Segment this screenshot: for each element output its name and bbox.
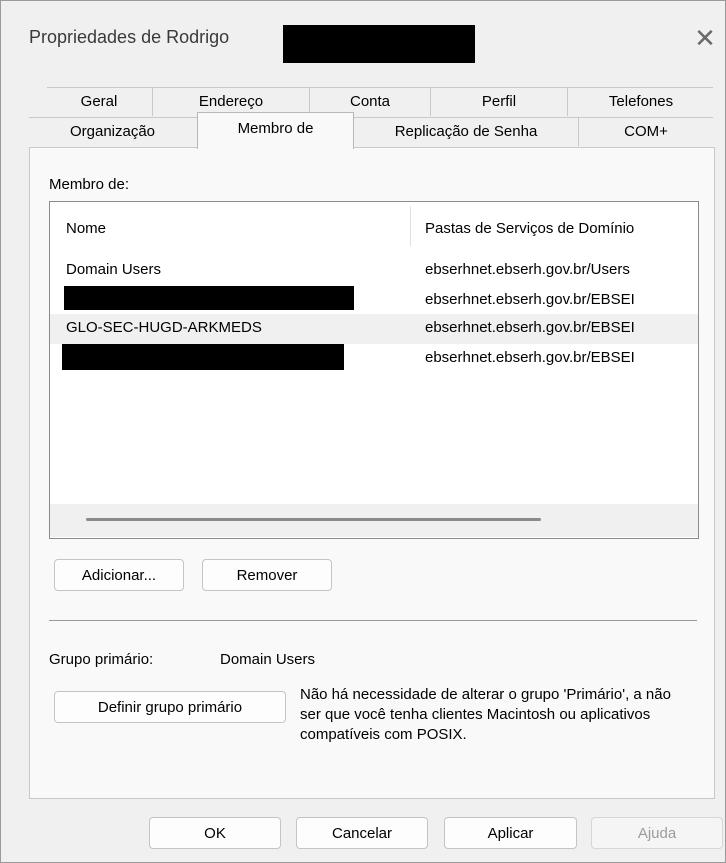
list-item[interactable]: Domain Users ebserhnet.ebserh.gov.br/Use… xyxy=(50,256,698,286)
ok-button[interactable]: OK xyxy=(149,817,281,849)
apply-button[interactable]: Aplicar xyxy=(444,817,577,849)
tab-geral[interactable]: Geral xyxy=(47,88,151,116)
set-primary-group-button[interactable]: Definir grupo primário xyxy=(54,691,286,723)
member-of-list[interactable]: Nome Pastas de Serviços de Domínio Domai… xyxy=(49,201,699,539)
list-item[interactable]: ebserhnet.ebserh.gov.br/EBSEI xyxy=(50,286,698,316)
separator xyxy=(49,620,697,621)
member-of-label: Membro de: xyxy=(49,176,130,193)
primary-group-value: Domain Users xyxy=(220,651,316,668)
tab-telefones[interactable]: Telefones xyxy=(567,88,714,116)
tab-row-front: Organização Replicação de Senha COM+ xyxy=(29,117,713,148)
group-name: GLO-SEC-HUGD-ARKMEDS xyxy=(66,319,262,336)
title-bar: Propriedades de Rodrigo ✕ xyxy=(1,1,725,79)
group-name: Domain Users xyxy=(66,261,162,278)
group-folder: ebserhnet.ebserh.gov.br/EBSEI xyxy=(425,319,635,336)
list-item[interactable]: ebserhnet.ebserh.gov.br/EBSEI xyxy=(50,344,698,374)
primary-group-note: Não há necessidade de alterar o grupo 'P… xyxy=(300,686,671,743)
group-folder: ebserhnet.ebserh.gov.br/EBSEI xyxy=(425,349,635,366)
primary-group-label: Grupo primário: xyxy=(49,651,154,668)
tab-row-back: Geral Endereço Conta Perfil Telefones xyxy=(47,87,713,118)
cancel-button[interactable]: Cancelar xyxy=(296,817,428,849)
scrollbar-thumb[interactable] xyxy=(86,518,541,521)
group-folder: ebserhnet.ebserh.gov.br/EBSEI xyxy=(425,291,635,308)
tab-organizacao[interactable]: Organização xyxy=(29,118,196,146)
column-header-name[interactable]: Nome xyxy=(66,220,106,237)
redacted-group-name xyxy=(64,286,354,310)
remove-button[interactable]: Remover xyxy=(202,559,332,591)
tab-membro-de[interactable]: Membro de xyxy=(197,112,354,149)
group-folder: ebserhnet.ebserh.gov.br/Users xyxy=(425,261,630,278)
window-title: Propriedades de Rodrigo xyxy=(29,27,230,47)
redacted-title-name xyxy=(283,25,475,63)
column-header-folder[interactable]: Pastas de Serviços de Domínio xyxy=(425,220,634,237)
tab-com-plus[interactable]: COM+ xyxy=(578,118,713,146)
add-button[interactable]: Adicionar... xyxy=(54,559,184,591)
tab-perfil[interactable]: Perfil xyxy=(430,88,567,116)
close-icon[interactable]: ✕ xyxy=(687,21,723,57)
tab-replicacao-senha[interactable]: Replicação de Senha xyxy=(353,118,578,146)
properties-dialog: Propriedades de Rodrigo ✕ Geral Endereço… xyxy=(0,0,726,863)
help-button: Ajuda xyxy=(591,817,723,849)
list-item[interactable]: GLO-SEC-HUGD-ARKMEDS ebserhnet.ebserh.go… xyxy=(50,314,698,344)
redacted-group-name xyxy=(62,344,344,370)
horizontal-scrollbar[interactable] xyxy=(50,504,698,537)
column-divider[interactable] xyxy=(410,206,411,246)
